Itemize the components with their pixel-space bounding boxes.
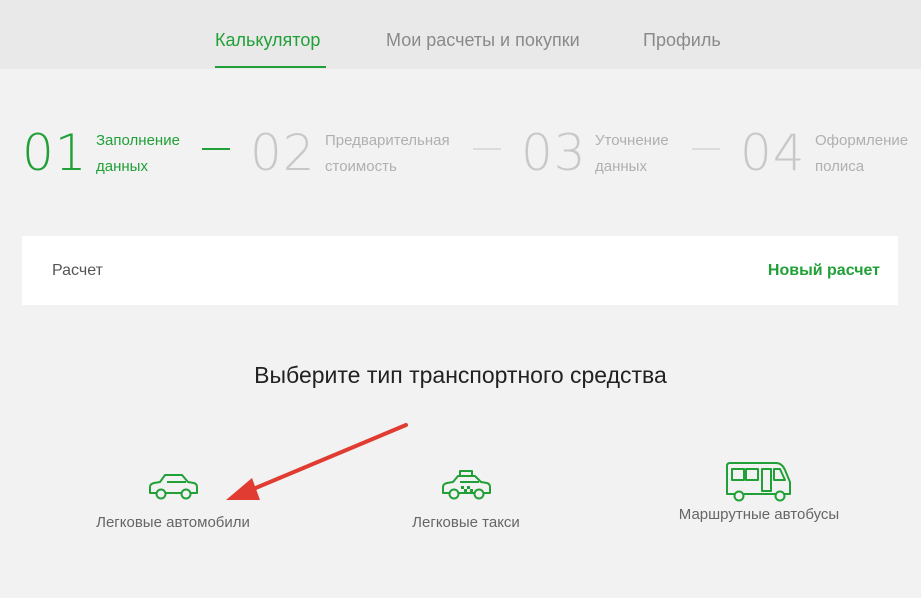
calculation-card: Расчет Новый расчет xyxy=(22,236,898,305)
car-icon xyxy=(149,474,198,500)
active-tab-underline xyxy=(215,66,326,68)
step-1-label: Заполнение данных xyxy=(96,128,236,180)
step-2-label-line1: Предварительная xyxy=(325,132,450,149)
step-3-label-line1: Уточнение xyxy=(595,132,669,149)
step-connector-3 xyxy=(692,148,720,150)
step-3-label: Уточнение данных xyxy=(595,128,735,180)
vehicle-label-taxi: Легковые такси xyxy=(412,514,520,531)
vehicle-label-bus: Маршрутные автобусы xyxy=(678,506,840,523)
step-4-number: 04 xyxy=(740,124,806,182)
step-1-label-line1: Заполнение xyxy=(96,132,180,149)
step-4-label-line1: Оформление xyxy=(815,132,909,149)
step-connector-2 xyxy=(473,148,501,150)
vehicle-label-cars: Легковые автомобили xyxy=(96,514,250,531)
step-4-label: Оформление полиса xyxy=(815,128,921,180)
top-navigation: Калькулятор Мои расчеты и покупки Профил… xyxy=(0,0,921,69)
tab-profile[interactable]: Профиль xyxy=(643,30,721,51)
step-4-label-line2: полиса xyxy=(815,158,865,175)
step-connector-1 xyxy=(202,148,230,150)
vehicle-option-taxi[interactable]: Легковые такси xyxy=(336,470,596,531)
step-2-label: Предварительная стоимость xyxy=(325,128,465,180)
vehicle-option-bus[interactable]: Маршрутные автобусы xyxy=(629,462,889,523)
card-title: Расчет xyxy=(52,262,103,279)
vehicle-option-cars[interactable]: Легковые автомобили xyxy=(43,470,303,531)
new-calculation-link[interactable]: Новый расчет xyxy=(768,262,880,280)
taxi-icon xyxy=(442,470,491,500)
tab-my-calculations[interactable]: Мои расчеты и покупки xyxy=(386,30,580,51)
page-heading: Выберите тип транспортного средства xyxy=(254,362,667,388)
step-2-label-line2: стоимость xyxy=(325,158,397,175)
step-1-number: 01 xyxy=(22,124,88,182)
bus-icon xyxy=(726,462,791,502)
step-2-number: 02 xyxy=(250,124,316,182)
step-3-label-line2: данных xyxy=(595,158,647,175)
step-3-number: 03 xyxy=(521,124,587,182)
step-1-label-line2: данных xyxy=(96,158,148,175)
tab-calculator[interactable]: Калькулятор xyxy=(215,30,320,51)
